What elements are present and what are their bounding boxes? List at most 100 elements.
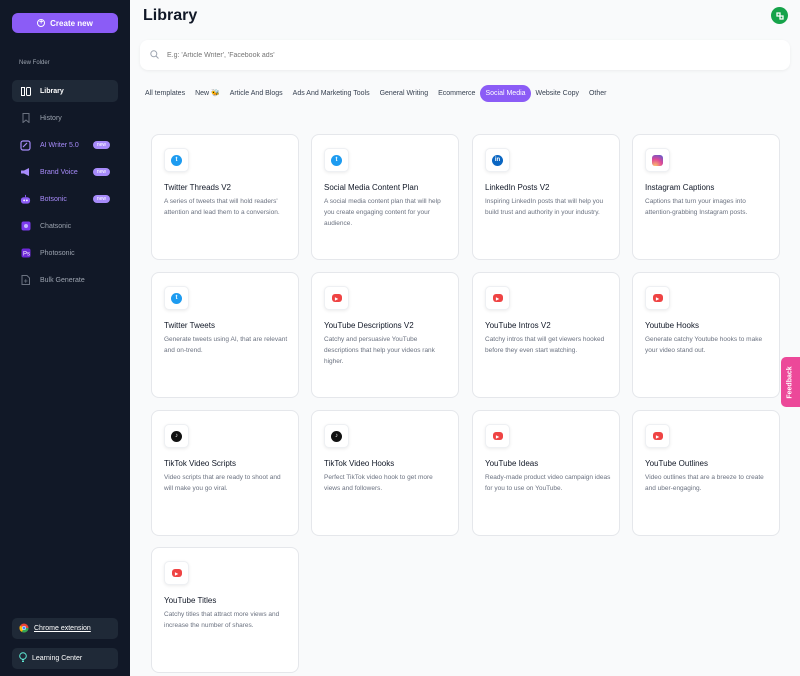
plus-icon: + (37, 19, 46, 27)
card-title: LinkedIn Posts V2 (485, 183, 550, 192)
card-description: Catchy intros that will get viewers hook… (485, 336, 605, 354)
card-description: Captions that turn your images into atte… (645, 198, 748, 216)
tab-website-copy[interactable]: Website Copy (531, 85, 584, 102)
card-description: Video scripts that are ready to shoot an… (164, 474, 281, 492)
card-title: TikTok Video Scripts (164, 459, 237, 468)
youtube-icon-box: ▶ (485, 424, 510, 448)
sidebar-nav: Library History AI Writer 5.0 new Brand … (12, 80, 118, 296)
tab-all-templates[interactable]: All templates (140, 85, 190, 102)
create-new-label: Create new (50, 18, 93, 28)
youtube-icon-box: ▶ (485, 286, 510, 310)
page-title: Library (143, 7, 198, 24)
bot-icon (20, 194, 31, 205)
twitter-icon-box: t (324, 148, 349, 172)
tab-ecommerce[interactable]: Ecommerce (433, 85, 480, 102)
sidebar-item-label: AI Writer 5.0 (40, 141, 79, 149)
sidebar-item-ai-writer[interactable]: AI Writer 5.0 new (12, 134, 118, 156)
tiktok-icon: ♪ (171, 430, 182, 442)
photosonic-icon: Ps (20, 248, 31, 259)
twitter-icon-box: t (164, 286, 189, 310)
youtube-icon-box: ▶ (324, 286, 349, 310)
youtube-icon: ▶ (171, 569, 182, 577)
folder-label: New Folder (19, 60, 50, 66)
learning-center-label: Learning Center (32, 655, 83, 662)
megaphone-icon (20, 167, 31, 178)
tab-article-and-blogs[interactable]: Article And Blogs (225, 85, 288, 102)
template-card[interactable]: ▶ YouTube Intros V2 Catchy intros that wil… (472, 272, 620, 398)
template-card[interactable]: t Twitter Threads V2 A series of tweets th… (151, 134, 299, 260)
template-card[interactable]: ▶ YouTube Ideas Ready-made product video c… (472, 410, 620, 536)
template-card[interactable]: ▶ YouTube Titles Catchy titles that attrac… (151, 547, 299, 673)
sidebar: + Create new New Folder Library History … (0, 0, 130, 676)
sidebar-item-brand-voice[interactable]: Brand Voice new (12, 161, 118, 183)
ai-writer-icon (20, 139, 31, 151)
sidebar-item-label: Botsonic (40, 195, 67, 203)
chrome-extension-label: Chrome extension (34, 625, 91, 632)
card-description: A series of tweets that will hold reader… (164, 198, 280, 216)
sidebar-item-label: History (40, 114, 62, 122)
chrome-extension-button[interactable]: Chrome extension (12, 618, 118, 639)
sidebar-item-label: Bulk Generate (40, 276, 85, 284)
template-card[interactable]: ▶ Youtube Hooks Generate catchy Youtube ho… (632, 272, 780, 398)
youtube-icon: ▶ (652, 432, 663, 440)
sidebar-item-photosonic[interactable]: Ps Photosonic (12, 242, 118, 264)
avatar[interactable] (771, 7, 788, 24)
feedback-button[interactable]: Feedback (781, 357, 800, 407)
card-title: Twitter Tweets (164, 321, 215, 330)
category-tabs: All templates New 🐝 Article And Blogs Ad… (140, 82, 612, 104)
sidebar-item-label: Chatsonic (40, 222, 72, 230)
tiktok-icon-box: ♪ (164, 424, 189, 448)
bookmark-icon (20, 113, 31, 124)
twitter-icon-box: t (164, 148, 189, 172)
sidebar-item-history[interactable]: History (12, 107, 118, 129)
search-icon (150, 46, 159, 64)
tab-new[interactable]: New 🐝 (190, 84, 225, 102)
sidebar-item-chatsonic[interactable]: Chatsonic (12, 215, 118, 237)
tiktok-icon: ♪ (331, 430, 342, 442)
template-card[interactable]: ♪ TikTok Video Scripts Video scripts that … (151, 410, 299, 536)
search-input[interactable] (167, 51, 727, 59)
twitter-icon: t (171, 292, 182, 304)
template-card[interactable]: ▶ YouTube Outlines Video outlines that are… (632, 410, 780, 536)
card-title: YouTube Intros V2 (485, 321, 551, 330)
card-title: TikTok Video Hooks (324, 459, 395, 468)
linkedin-icon: in (492, 154, 503, 166)
learning-center-button[interactable]: Learning Center (12, 648, 118, 669)
card-title: Social Media Content Plan (324, 183, 419, 192)
tab-social-media[interactable]: Social Media (480, 84, 531, 102)
card-description: Catchy titles that attract more views an… (164, 611, 280, 629)
feedback-label: Feedback (787, 365, 795, 399)
template-card[interactable]: in LinkedIn Posts V2 Inspiring LinkedIn po… (472, 134, 620, 260)
card-description: Ready-made product video campaign ideas … (485, 474, 611, 492)
card-title: Instagram Captions (645, 183, 715, 192)
instagram-icon-box (645, 148, 670, 172)
card-description: Perfect TikTok video hook to get more vi… (324, 474, 433, 492)
tab-ads-and-marketing-tools[interactable]: Ads And Marketing Tools (288, 85, 375, 102)
new-badge: new (92, 168, 110, 176)
sidebar-item-botsonic[interactable]: Botsonic new (12, 188, 118, 210)
create-new-button[interactable]: + Create new (12, 13, 118, 33)
card-description: Inspiring LinkedIn posts that will help … (485, 198, 604, 216)
tab-general-writing[interactable]: General Writing (375, 85, 434, 102)
library-icon (20, 86, 31, 97)
template-card[interactable]: ▶ YouTube Descriptions V2 Catchy and persu… (311, 272, 459, 398)
sidebar-item-library[interactable]: Library (12, 80, 118, 102)
template-card[interactable]: ♪ TikTok Video Hooks Perfect TikTok video … (311, 410, 459, 536)
sidebar-item-bulk-generate[interactable]: Bulk Generate (12, 269, 118, 291)
twitter-icon: t (331, 154, 342, 166)
tab-other[interactable]: Other (584, 85, 612, 102)
card-description: Video outlines that are a breeze to crea… (645, 474, 764, 492)
template-card[interactable]: Instagram Captions Captions that turn you… (632, 134, 780, 260)
template-card[interactable]: t Twitter Tweets Generate tweets using AI,… (151, 272, 299, 398)
new-badge: new (92, 195, 110, 203)
search-bar (140, 40, 790, 70)
card-title: YouTube Outlines (645, 459, 709, 468)
template-card[interactable]: t Social Media Content Plan A social media… (311, 134, 459, 260)
svg-text:Ps: Ps (23, 252, 30, 258)
chatsonic-icon (20, 221, 31, 232)
lightbulb-icon (19, 652, 27, 665)
sidebar-item-label: Library (40, 87, 64, 95)
card-description: Catchy and persuasive YouTube descriptio… (324, 336, 435, 365)
card-description: Generate catchy Youtube hooks to make yo… (645, 336, 763, 354)
sidebar-item-label: Brand Voice (40, 168, 78, 176)
